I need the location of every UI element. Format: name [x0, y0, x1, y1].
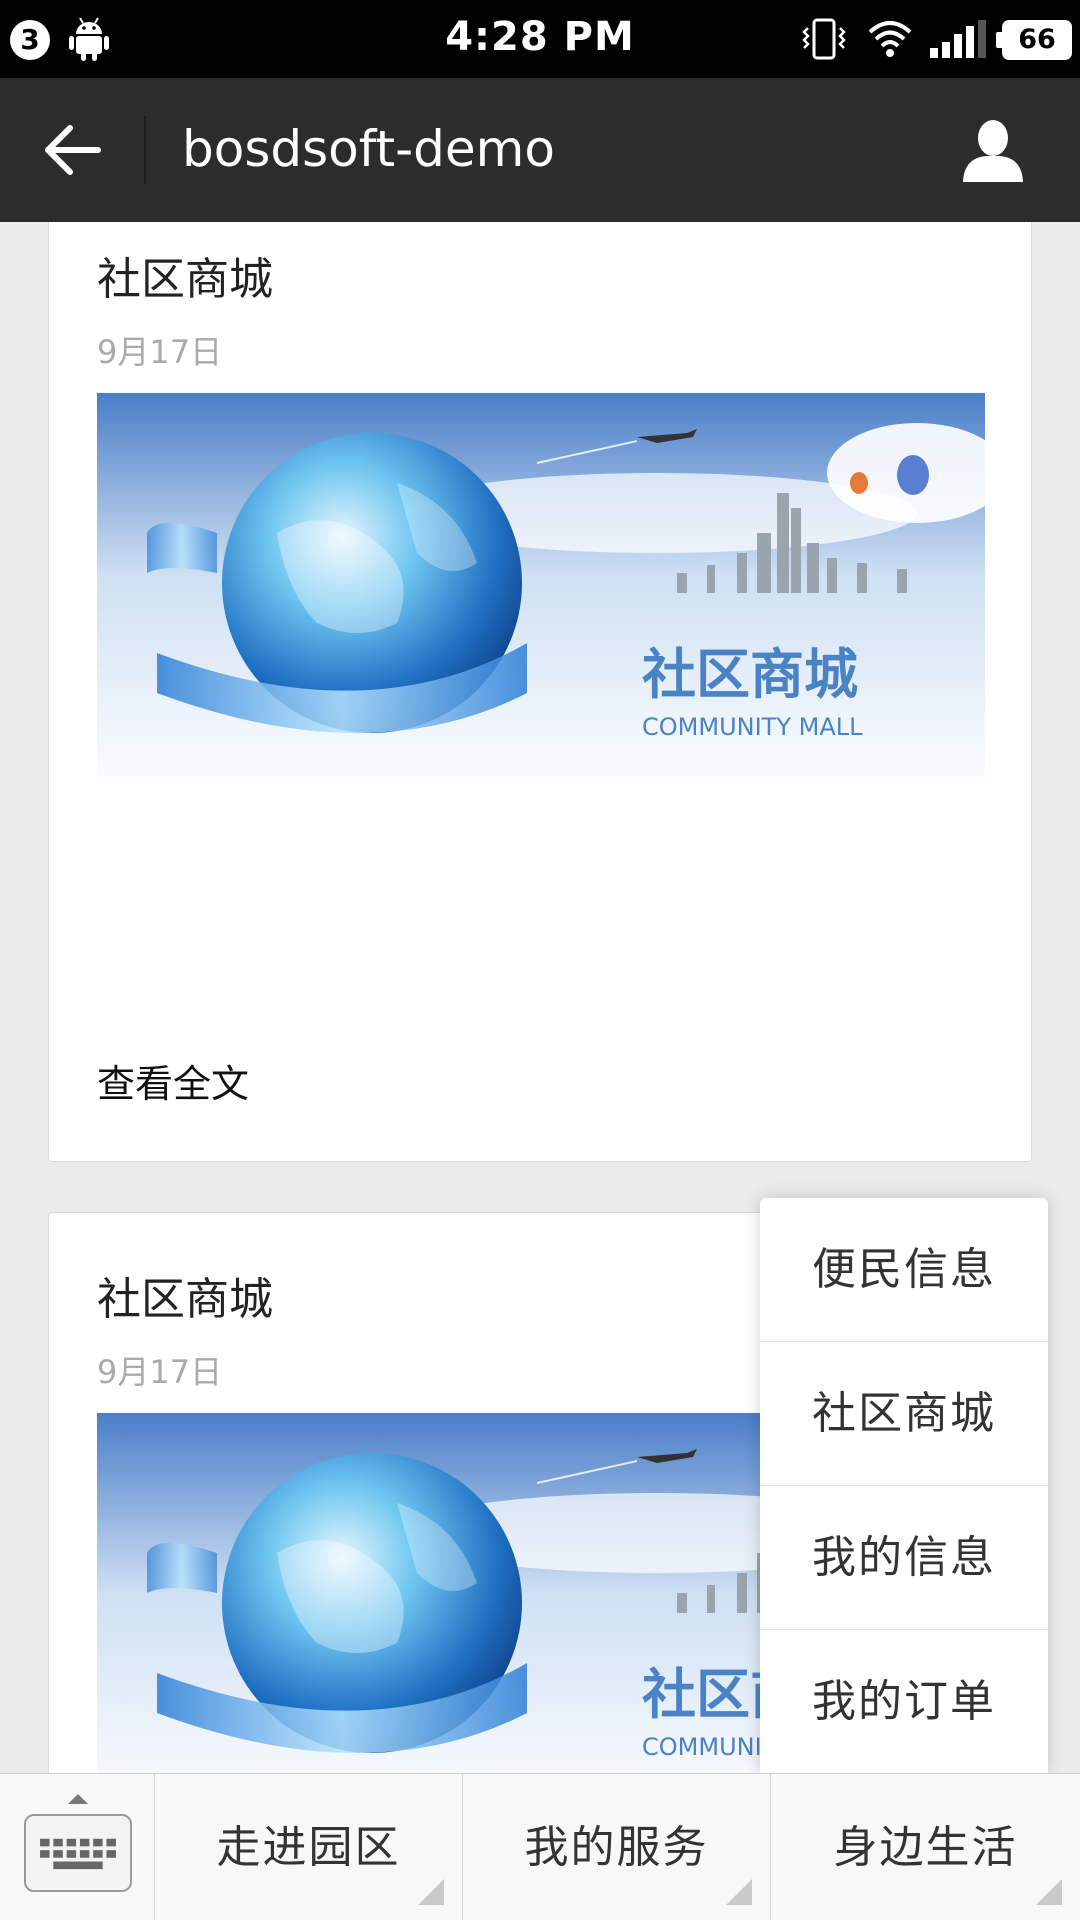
status-time: 4:28 PM — [445, 14, 635, 60]
menu-label: 身边生活 — [833, 1822, 1018, 1873]
menu-item-my-services[interactable]: 我的服务 — [463, 1774, 771, 1920]
keyboard-icon[interactable] — [24, 1814, 132, 1892]
article-title: 社区商城 — [97, 1274, 273, 1325]
wifi-icon — [868, 21, 912, 57]
article-date: 9月17日 — [97, 333, 223, 371]
cover-caption: 社区商城 — [642, 643, 858, 706]
submenu-item-convenience-info[interactable]: 便民信息 — [760, 1198, 1048, 1342]
bottom-menu-bar: 走进园区 我的服务 身边生活 — [0, 1773, 1080, 1920]
submenu-item-my-orders[interactable]: 我的订单 — [760, 1630, 1048, 1774]
article-title: 社区商城 — [97, 254, 273, 305]
page-title: bosdsoft-demo — [182, 120, 555, 178]
menu-item-nearby-life[interactable]: 身边生活 — [771, 1774, 1080, 1920]
vibrate-icon — [802, 18, 846, 60]
menu-label: 走进园区 — [216, 1822, 401, 1873]
submenu-item-my-info[interactable]: 我的信息 — [760, 1486, 1048, 1630]
arrow-left-icon[interactable] — [38, 114, 110, 186]
submenu-popup: 便民信息 社区商城 我的信息 我的订单 — [760, 1198, 1048, 1774]
battery-icon: 66 — [996, 20, 1072, 60]
cover-caption-en: COMMUNITY MALL — [642, 713, 863, 741]
title-divider — [144, 116, 146, 184]
submenu-indicator-icon — [726, 1879, 752, 1905]
signal-icon — [930, 20, 986, 58]
title-bar: bosdsoft-demo — [0, 78, 1080, 222]
menu-item-enter-park[interactable]: 走进园区 — [155, 1774, 463, 1920]
user-icon[interactable] — [958, 116, 1028, 186]
submenu-indicator-icon — [1036, 1879, 1062, 1905]
article-date: 9月17日 — [97, 1353, 223, 1391]
status-bar: 3 4:28 PM 66 — [0, 0, 1080, 78]
read-full-link[interactable]: 查看全文 — [97, 1053, 249, 1108]
submenu-item-community-mall[interactable]: 社区商城 — [760, 1342, 1048, 1486]
submenu-indicator-icon — [418, 1879, 444, 1905]
menu-label: 我的服务 — [524, 1822, 709, 1873]
caret-up-icon — [68, 1794, 88, 1804]
article-card[interactable]: 社区商城 9月17日 — [48, 222, 1032, 1162]
keyboard-toggle[interactable] — [0, 1774, 155, 1920]
article-cover-image[interactable]: 社区商城 COMMUNITY MALL — [97, 393, 985, 797]
